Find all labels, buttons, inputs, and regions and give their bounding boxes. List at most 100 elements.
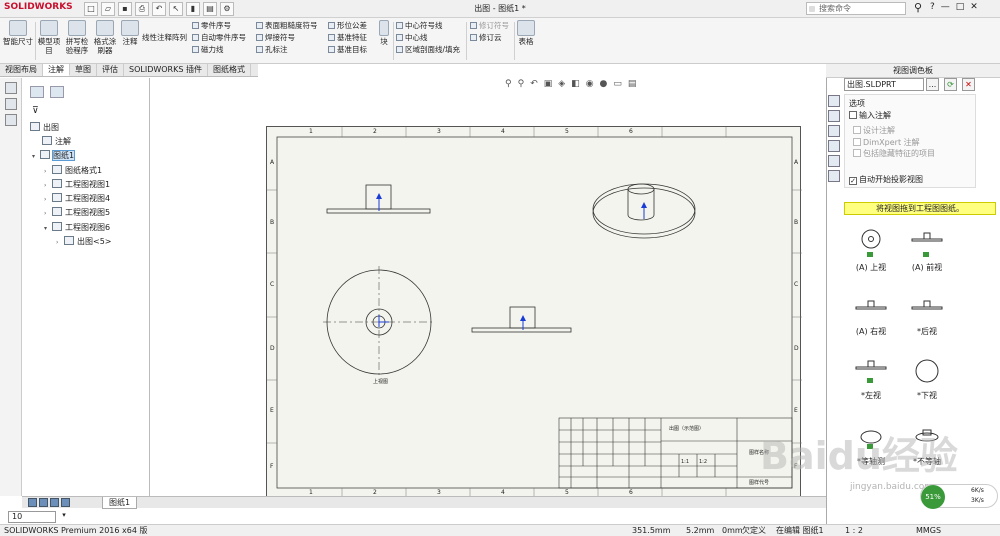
custom-properties-icon[interactable] (828, 170, 840, 182)
tree-view-4[interactable]: › 工程图视图4 (44, 193, 110, 206)
prev-sheet-button[interactable] (39, 498, 48, 507)
sketch-tool-icon[interactable] (5, 82, 17, 94)
palette-view-bottom[interactable]: *下视 (902, 354, 952, 401)
resources-icon[interactable] (828, 110, 840, 122)
weld-symbol-button[interactable]: 焊接符号 (256, 32, 295, 43)
chevron-right-icon[interactable]: › (56, 237, 64, 249)
palette-view-front[interactable]: (A) 前视 (902, 226, 952, 273)
table-button[interactable]: 表格 (516, 20, 536, 46)
import-annotations-checkbox[interactable]: 输入注解 (849, 110, 891, 121)
linear-note-pattern-button[interactable]: 线性注释阵列 (142, 32, 187, 43)
tree-sheet-format[interactable]: › 图纸格式1 (44, 165, 102, 178)
spell-check-button[interactable]: 拼写检验程序 (64, 20, 90, 55)
center-mark-button[interactable]: 中心符号线 (396, 20, 443, 31)
balloon-button[interactable]: 零件序号 (192, 20, 231, 31)
sheet-scale[interactable]: 1 : 2 (845, 525, 863, 536)
property-tab-icon[interactable] (50, 86, 64, 98)
browse-button[interactable]: ... (926, 78, 939, 91)
view-label: (A) 上视 (855, 263, 887, 272)
filter-icon[interactable]: ⊽ (32, 106, 39, 116)
clear-icon[interactable]: ✕ (962, 78, 975, 91)
drawing-sheet[interactable]: 1 2 3 4 5 6 1 2 3 4 5 6 A B C D E F A B … (266, 126, 802, 498)
appearance-icon[interactable]: ● (600, 79, 608, 89)
revision-cloud-button[interactable]: 修订云 (470, 32, 502, 43)
home-icon[interactable] (828, 95, 840, 107)
feature-tree-tab-icon[interactable] (30, 86, 44, 98)
next-sheet-button[interactable] (50, 498, 59, 507)
datum-feature-button[interactable]: 基准特征 (328, 32, 367, 43)
network-speed-widget[interactable]: 51% 6K/s 3K/s (920, 484, 998, 509)
tree-view-5[interactable]: › 工程图视图5 (44, 207, 110, 220)
restore-button[interactable]: □ (956, 2, 965, 12)
tab-sheet-format[interactable]: 图纸格式 (208, 64, 251, 76)
tree-annotations[interactable]: 注解 (42, 136, 71, 148)
chevron-down-icon[interactable]: ▾ (44, 223, 52, 235)
title-bar: SOLIDWORKS □ ▱ ▪ ⎙ ↶ ↖ ▮ ▤ ⚙ 出图 - 图纸1 * … (0, 0, 1000, 18)
datum-target-button[interactable]: 基准目标 (328, 44, 367, 55)
chevron-down-icon[interactable]: ▾ (32, 151, 40, 163)
chevron-right-icon[interactable]: › (44, 194, 52, 206)
tab-view-layout[interactable]: 视图布局 (0, 64, 43, 76)
view-settings-icon[interactable]: ▤ (628, 79, 637, 89)
magnetic-line-button[interactable]: 磁力线 (192, 44, 224, 55)
chevron-right-icon[interactable]: › (44, 180, 52, 192)
search-input[interactable]: 搜索命令 (806, 2, 906, 15)
palette-view-back[interactable]: *后视 (902, 290, 952, 337)
help-icon[interactable]: ? (930, 2, 935, 12)
previous-view-icon[interactable]: ↶ (530, 79, 538, 89)
close-button[interactable]: ✕ (970, 2, 978, 12)
geometric-tolerance-button[interactable]: 形位公差 (328, 20, 367, 31)
hole-callout-button[interactable]: 孔标注 (256, 44, 288, 55)
search-icon[interactable]: ⚲ (914, 1, 922, 14)
scene-icon[interactable]: ▭ (613, 79, 622, 89)
tree-part-child[interactable]: › 出图<5> (56, 236, 112, 249)
palette-file-select[interactable]: 出图.SLDPRT (844, 78, 924, 91)
tab-evaluate[interactable]: 评估 (97, 64, 124, 76)
last-sheet-button[interactable] (61, 498, 70, 507)
smart-dimension-button[interactable]: 智能尺寸 (2, 20, 34, 46)
properties-icon[interactable] (5, 114, 17, 126)
appearances-icon[interactable] (828, 155, 840, 167)
palette-view-left[interactable]: *左视 (846, 354, 896, 401)
unit-system[interactable]: MMGS (916, 525, 941, 536)
model-items-button[interactable]: 模型项目 (36, 20, 62, 55)
revision-symbol-button[interactable]: 修订符号 (470, 20, 509, 31)
area-hatch-button[interactable]: 区域剖面线/填充 (396, 44, 460, 55)
view-palette-icon[interactable] (828, 140, 840, 152)
display-style-icon[interactable]: ◧ (571, 79, 580, 89)
minimize-button[interactable]: — (941, 2, 950, 12)
tree-view-6[interactable]: ▾ 工程图视图6 (44, 222, 110, 235)
auto-projection-checkbox[interactable]: ✓ 自动开始投影视图 (849, 174, 923, 185)
zoom-select[interactable]: 10 (8, 511, 56, 523)
zoom-fit-icon[interactable]: ⚲ (505, 79, 512, 89)
hidden-items-checkbox[interactable]: 包括隐藏特征的项目 (853, 148, 935, 159)
chevron-down-icon[interactable]: ▾ (58, 511, 70, 523)
tab-annotation[interactable]: 注解 (43, 64, 70, 76)
layer-icon[interactable] (5, 98, 17, 110)
tree-root-drawing[interactable]: 出图 (30, 122, 59, 134)
palette-view-right[interactable]: (A) 右视 (846, 290, 896, 337)
tree-view-1[interactable]: › 工程图视图1 (44, 179, 110, 192)
tab-addins[interactable]: SOLIDWORKS 插件 (124, 64, 208, 76)
design-annotations-checkbox[interactable]: 设计注解 (853, 125, 895, 136)
view-orientation-icon[interactable]: ◈ (558, 79, 565, 89)
tab-sketch[interactable]: 草图 (70, 64, 97, 76)
chevron-right-icon[interactable]: › (44, 208, 52, 220)
folder-icon[interactable] (828, 125, 840, 137)
refresh-icon[interactable]: ⟳ (944, 78, 957, 91)
first-sheet-button[interactable] (28, 498, 37, 507)
sheet-tab[interactable]: 图纸1 (102, 497, 138, 509)
surface-finish-button[interactable]: 表面粗糙度符号 (256, 20, 318, 31)
hide-show-icon[interactable]: ◉ (586, 79, 594, 89)
block-button[interactable]: 块 (377, 20, 391, 46)
tree-sheet[interactable]: ▾ 图纸1 (32, 150, 76, 163)
dimxpert-checkbox[interactable]: DimXpert 注解 (853, 137, 920, 148)
chevron-right-icon[interactable]: › (44, 166, 52, 178)
auto-balloon-button[interactable]: 自动零件序号 (192, 32, 246, 43)
section-view-icon[interactable]: ▣ (544, 79, 553, 89)
centerline-button[interactable]: 中心线 (396, 32, 428, 43)
zoom-area-icon[interactable]: ⚲ (518, 79, 525, 89)
format-painter-button[interactable]: 格式涂刷器 (92, 20, 118, 55)
note-button[interactable]: 注释 (120, 20, 140, 46)
palette-view-top[interactable]: (A) 上视 (846, 226, 896, 273)
